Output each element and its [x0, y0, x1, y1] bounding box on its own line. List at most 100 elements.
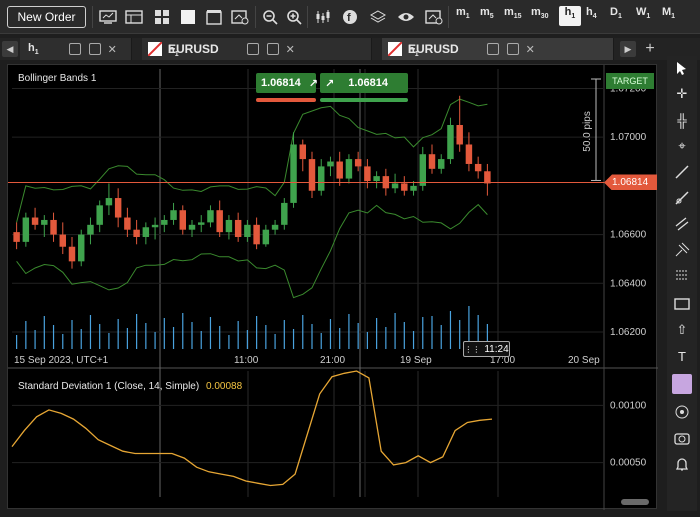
candle-body [391, 183, 399, 189]
candle-body [253, 224, 260, 245]
camera-icon[interactable] [671, 428, 693, 448]
chart-tab-bar: ◀ h1 ✕ EURUSD h1 ✕ EURUSD h1 ✕ ▶ + [0, 38, 700, 60]
chart-options-icon[interactable] [424, 6, 444, 28]
ray-icon[interactable] [671, 188, 693, 208]
candle-body [207, 210, 214, 223]
timeframe-m1[interactable]: m1 [456, 6, 478, 26]
candle-body [133, 229, 140, 237]
single-chart-icon[interactable] [178, 6, 198, 28]
timeframe-d1[interactable]: D1 [610, 6, 632, 26]
candle-body [142, 227, 150, 237]
timeframe-m15[interactable]: m15 [504, 6, 526, 26]
line-width-icon[interactable] [671, 402, 693, 422]
eurusd-flag-icon [388, 42, 402, 56]
sell-bar [256, 98, 316, 102]
y-tick-label: 1.07000 [610, 132, 647, 143]
candle-body [465, 144, 473, 164]
detach-icon[interactable] [88, 43, 101, 55]
tab-scroll-right-button[interactable]: ▶ [620, 41, 636, 57]
buy-bar [320, 98, 408, 102]
chart-canvas[interactable]: 1.072001.070001.066001.064001.0620050.0 … [8, 65, 658, 510]
candle-body [474, 163, 482, 172]
timeframe-h4[interactable]: h4 [586, 6, 608, 26]
candle-body [188, 224, 196, 230]
crosshair-time-badge: ⋮⋮ 11:24 [463, 341, 510, 357]
timeframe-m5[interactable]: m5 [480, 6, 502, 26]
add-tab-button[interactable]: + [642, 40, 658, 57]
x-tick-label: 11:00 [234, 355, 259, 366]
tab-scroll-left-button[interactable]: ◀ [2, 41, 18, 57]
x-tick-label: 21:00 [320, 355, 345, 366]
signal-icon[interactable] [486, 43, 499, 55]
text-tool-icon[interactable]: T [671, 346, 693, 366]
candle-body [410, 185, 417, 191]
trend-line-icon[interactable] [671, 162, 693, 182]
candle-body [364, 166, 371, 181]
signal-icon[interactable] [246, 43, 259, 55]
candle-body [336, 161, 343, 179]
main-panel-title: Bollinger Bands 1 [18, 73, 97, 84]
crosshair-icon[interactable]: ✛ [671, 84, 693, 104]
chart-tab[interactable]: h1 ✕ [20, 38, 132, 60]
candle-body [151, 224, 159, 228]
horizontal-scrollbar[interactable] [621, 499, 649, 505]
new-order-button[interactable]: New Order [7, 6, 86, 28]
candle-body [345, 159, 353, 179]
sub-panel-title: Standard Deviation 1 (Close, 14, Simple)… [18, 381, 243, 392]
drawing-toolbar: ✛ ╬ ⌖ ⇧ T [667, 56, 697, 511]
zoom-out-icon[interactable] [260, 6, 280, 28]
bell-icon[interactable] [671, 454, 693, 474]
eurusd-flag-icon [148, 42, 162, 56]
candle-body [87, 224, 94, 235]
close-tab-icon[interactable]: ✕ [526, 43, 535, 56]
timeframe-m30[interactable]: m30 [531, 6, 553, 26]
candle-body [456, 125, 463, 145]
indicators-icon[interactable]: f [340, 6, 360, 28]
workspace-icon[interactable] [124, 6, 144, 28]
candle-body [225, 219, 233, 233]
selection-icon[interactable]: ⌖ [671, 136, 693, 156]
color-swatch[interactable] [672, 374, 692, 394]
sell-button[interactable]: 1.06814 ↗ [256, 73, 318, 93]
timeframe-w1[interactable]: W1 [636, 6, 658, 26]
arrow-up-icon[interactable]: ⇧ [671, 320, 693, 340]
screen-layout-icon[interactable] [98, 6, 118, 28]
eye-icon[interactable] [396, 6, 416, 28]
chart-settings-icon[interactable] [230, 6, 250, 28]
chart-tab[interactable]: EURUSD h1 ✕ [142, 38, 372, 60]
channel-icon[interactable] [671, 214, 693, 234]
x-tick-label: 19 Sep [400, 355, 432, 366]
candle-body [419, 154, 426, 186]
zoom-in-icon[interactable] [284, 6, 304, 28]
candle-body [68, 246, 76, 262]
target-label[interactable]: TARGET [606, 73, 654, 89]
chart-tab-active[interactable]: EURUSD h1 ✕ [382, 38, 614, 60]
candle-body [234, 219, 242, 237]
free-chart-icon[interactable] [204, 6, 224, 28]
buy-button[interactable]: ↗ 1.06814 [320, 73, 408, 93]
multi-chart-icon[interactable] [152, 6, 172, 28]
pitchfork-icon[interactable] [671, 240, 693, 260]
rectangle-icon[interactable] [671, 294, 693, 314]
chart-type-icon[interactable] [313, 6, 333, 28]
signal-icon[interactable] [68, 43, 81, 55]
candle-body [13, 232, 20, 242]
tab-timeframe: h1 [408, 44, 419, 59]
crosshair-detail-icon[interactable]: ╬ [671, 110, 693, 130]
detach-icon[interactable] [266, 43, 279, 55]
candle-body [354, 159, 362, 167]
candle-body [428, 154, 436, 169]
fibonacci-icon[interactable] [671, 266, 693, 286]
arrow-up-right-icon: ↗ [325, 77, 335, 90]
layers-icon[interactable] [368, 6, 388, 28]
close-tab-icon[interactable]: ✕ [286, 43, 295, 56]
candle-body [41, 219, 48, 225]
cursor-arrow-icon[interactable] [671, 58, 693, 78]
x-tick-label: 20 Sep [568, 355, 600, 366]
close-tab-icon[interactable]: ✕ [108, 43, 117, 56]
candle-body [438, 159, 445, 169]
chart-area[interactable]: 1.072001.070001.066001.064001.0620050.0 … [7, 64, 658, 510]
timeframe-h1[interactable]: h1 [559, 6, 581, 26]
detach-icon[interactable] [506, 43, 519, 55]
timeframe-mn1[interactable]: M1 [662, 6, 684, 26]
